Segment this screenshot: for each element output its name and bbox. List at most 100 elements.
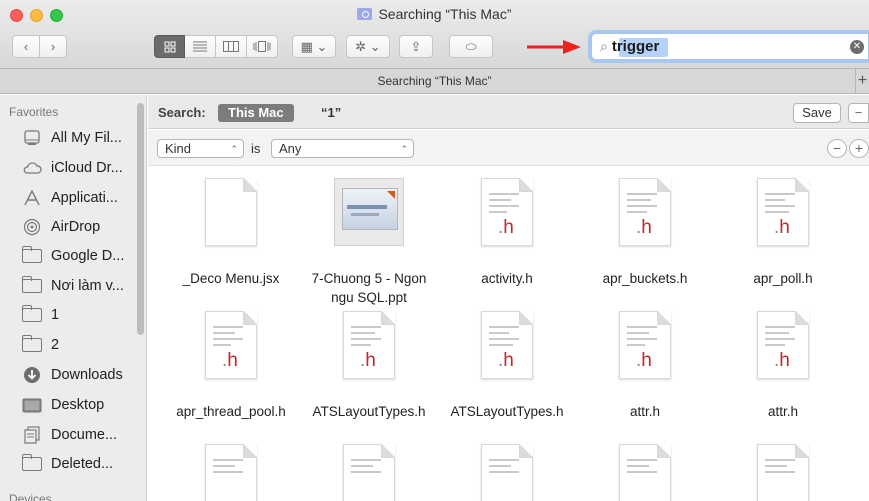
file-name: apr_poll.h [753, 271, 813, 286]
file-item[interactable]: 7-Chuong 5 - Ngon ngu SQL.ppt [299, 175, 439, 305]
file-item[interactable]: h apr_thread_pool.h [161, 308, 301, 438]
arrange-button[interactable]: ▦ ⌄ [292, 35, 336, 58]
header-file-icon: h [481, 178, 533, 246]
document-icon [481, 444, 533, 501]
list-view-button[interactable] [185, 35, 216, 58]
header-file-icon: h [757, 311, 809, 379]
column-view-button[interactable] [216, 35, 247, 58]
criteria-value-select[interactable]: Any ⌃ ⌄ [271, 139, 414, 171]
file-name: ATSLayoutTypes.h [450, 404, 564, 419]
file-name: _Deco Menu.jsx [182, 271, 280, 286]
ppt-document-icon [334, 178, 404, 246]
sidebar-item-airdrop[interactable]: AirDrop [22, 216, 100, 238]
sidebar-item-folder-2[interactable]: 2 [22, 334, 59, 356]
all-my-files-icon [22, 130, 42, 146]
file-name: apr_thread_pool.h [176, 404, 286, 419]
clear-search-icon[interactable]: ✕ [850, 40, 864, 54]
sidebar-item-documents[interactable]: Docume... [22, 424, 117, 446]
search-input[interactable] [611, 38, 832, 55]
sidebar-item-desktop[interactable]: Desktop [22, 394, 104, 416]
cover-flow-view-button[interactable] [247, 35, 278, 58]
icon-view-icon [164, 41, 175, 52]
file-extension-label: h [774, 217, 790, 239]
sidebar-item-deleted[interactable]: Deleted... [22, 453, 113, 475]
sidebar-item-label: 1 [51, 307, 60, 323]
back-button[interactable]: ‹ [12, 35, 40, 58]
sidebar-item-label: 2 [51, 337, 60, 353]
file-item[interactable]: h ATSLayoutTypes.h [437, 308, 577, 438]
forward-button[interactable]: › [39, 35, 67, 58]
downloads-icon [22, 367, 42, 383]
file-item[interactable]: h apr_buckets.h [575, 175, 715, 305]
tab-bar: Searching “This Mac” + [0, 69, 869, 94]
search-icon: ⌕ [600, 38, 608, 54]
criteria-attribute-select[interactable]: Kind ⌃ ⌄ [157, 139, 244, 171]
document-icon [205, 444, 257, 501]
icon-view-button[interactable] [154, 35, 185, 58]
criteria-attribute-value: Kind [165, 141, 192, 156]
column-view-icon [223, 41, 239, 52]
remove-scope-button[interactable]: − [848, 103, 869, 123]
file-name: ATSLayoutTypes.h [312, 404, 426, 419]
header-file-icon: h [619, 311, 671, 379]
sidebar-item-icloud-drive[interactable]: iCloud Dr... [22, 157, 123, 179]
scope-this-mac-button[interactable]: This Mac [218, 104, 294, 122]
tab-searching-this-mac[interactable]: Searching “This Mac” [0, 74, 869, 88]
documents-icon [22, 426, 42, 444]
add-criteria-button[interactable]: + [849, 139, 869, 158]
blank-document-icon [205, 178, 257, 246]
window-title: Searching “This Mac” [0, 6, 869, 22]
sidebar-item-all-my-files[interactable]: All My Fil... [22, 127, 122, 149]
folder-icon [22, 246, 42, 264]
tags-button[interactable]: ⬭ [449, 35, 493, 58]
desktop-icon [22, 397, 42, 413]
file-extension-label: h [498, 217, 514, 239]
file-item[interactable] [437, 441, 577, 501]
document-icon [619, 444, 671, 501]
file-extension-label: h [222, 350, 238, 372]
file-name: activity.h [481, 271, 533, 286]
sidebar-item-label: AirDrop [51, 219, 101, 235]
sidebar-item-folder-1[interactable]: 1 [22, 304, 59, 326]
scope-folder-1-button[interactable]: “1” [321, 105, 341, 120]
sidebar-item-downloads[interactable]: Downloads [22, 364, 123, 386]
new-tab-button[interactable]: + [855, 69, 869, 93]
file-extension-label: h [360, 350, 376, 372]
sidebar: Favorites All My Fil... iCloud Dr... App… [0, 95, 147, 501]
applications-icon [22, 190, 42, 206]
file-item[interactable]: h attr.h [713, 308, 853, 438]
file-name: apr_buckets.h [602, 271, 688, 286]
file-name: 7-Chuong 5 - Ngon ngu SQL.ppt [311, 271, 427, 305]
sidebar-item-noi-lam-viec[interactable]: Nơi làm v... [22, 275, 124, 297]
sidebar-item-label: Downloads [51, 367, 123, 383]
search-field[interactable]: ⌕ ✕ [591, 33, 869, 60]
file-extension-label: h [636, 217, 652, 239]
search-scope-bar: Search: This Mac “1” Save − [148, 95, 869, 129]
sidebar-item-label: Desktop [51, 397, 105, 413]
file-item[interactable] [575, 441, 715, 501]
title-bar: Searching “This Mac” ‹ › ▦ ⌄ ✲ ⌄ ⇪ ⬭ ⌕ ✕ [0, 0, 869, 69]
share-button[interactable]: ⇪ [399, 35, 433, 58]
folder-icon [22, 276, 42, 294]
sidebar-scrollbar[interactable] [137, 103, 144, 335]
sidebar-item-google-drive[interactable]: Google D... [22, 245, 124, 267]
sidebar-item-label: iCloud Dr... [51, 160, 123, 176]
file-item[interactable] [713, 441, 853, 501]
action-button[interactable]: ✲ ⌄ [346, 35, 390, 58]
file-item[interactable]: _Deco Menu.jsx [161, 175, 301, 305]
file-item[interactable]: h attr.h [575, 308, 715, 438]
file-name: attr.h [629, 404, 661, 419]
sidebar-item-applications[interactable]: Applicati... [22, 187, 118, 209]
document-icon [757, 444, 809, 501]
search-scope-label: Search: [158, 105, 206, 120]
remove-criteria-button[interactable]: − [827, 139, 847, 158]
file-extension-label: h [498, 350, 514, 372]
header-file-icon: h [619, 178, 671, 246]
file-item[interactable] [299, 441, 439, 501]
file-item[interactable]: h apr_poll.h [713, 175, 853, 305]
file-extension-label: h [636, 350, 652, 372]
file-item[interactable]: h ATSLayoutTypes.h [299, 308, 439, 438]
file-item[interactable] [161, 441, 301, 501]
file-item[interactable]: h activity.h [437, 175, 577, 305]
save-search-button[interactable]: Save [793, 103, 841, 123]
